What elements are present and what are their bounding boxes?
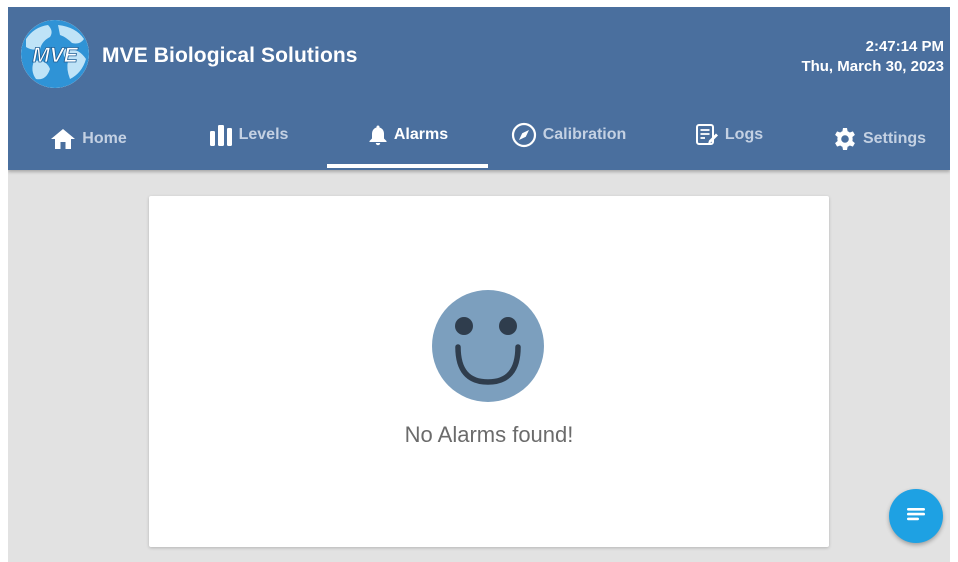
tab-settings-label: Settings	[862, 129, 927, 147]
active-tab-indicator	[327, 164, 488, 168]
tab-alarms[interactable]: Alarms	[328, 103, 488, 166]
smiley-face-icon	[432, 290, 544, 402]
clock: 2:47:14 PM Thu, March 30, 2023	[801, 37, 944, 77]
notes-fab-button[interactable]	[889, 489, 943, 543]
home-icon	[50, 128, 76, 150]
app-header: MVE MVE Biological Solutions 2:47:14 PM …	[8, 7, 950, 170]
tab-settings[interactable]: Settings	[809, 107, 950, 170]
gear-icon	[833, 127, 857, 151]
tab-levels-label: Levels	[238, 125, 289, 143]
tab-logs[interactable]: Logs	[649, 103, 809, 166]
tab-calibration[interactable]: Calibration	[488, 103, 649, 166]
tab-levels[interactable]: Levels	[169, 103, 328, 166]
app-title: MVE Biological Solutions	[102, 44, 358, 67]
clock-time: 2:47:14 PM	[865, 38, 944, 55]
bell-icon	[368, 124, 388, 146]
mve-globe-logo: MVE	[21, 20, 89, 88]
compass-icon	[511, 122, 537, 148]
logo-text: MVE	[32, 44, 79, 67]
app-screen: MVE MVE Biological Solutions 2:47:14 PM …	[8, 7, 950, 562]
nav-tabs: Home Levels Alarms Calibration Logs Sett…	[8, 107, 950, 170]
clock-date: Thu, March 30, 2023	[801, 58, 944, 75]
edit-document-icon	[695, 123, 719, 147]
notes-menu-icon	[905, 506, 927, 527]
tab-calibration-label: Calibration	[542, 125, 627, 143]
tab-home-label: Home	[82, 129, 127, 147]
tab-alarms-label: Alarms	[393, 125, 449, 143]
tab-logs-label: Logs	[724, 125, 764, 143]
tab-home[interactable]: Home	[8, 107, 169, 170]
empty-state-message: No Alarms found!	[404, 422, 574, 447]
bar-chart-icon	[209, 124, 233, 146]
alarms-panel: No Alarms found!	[149, 196, 829, 547]
